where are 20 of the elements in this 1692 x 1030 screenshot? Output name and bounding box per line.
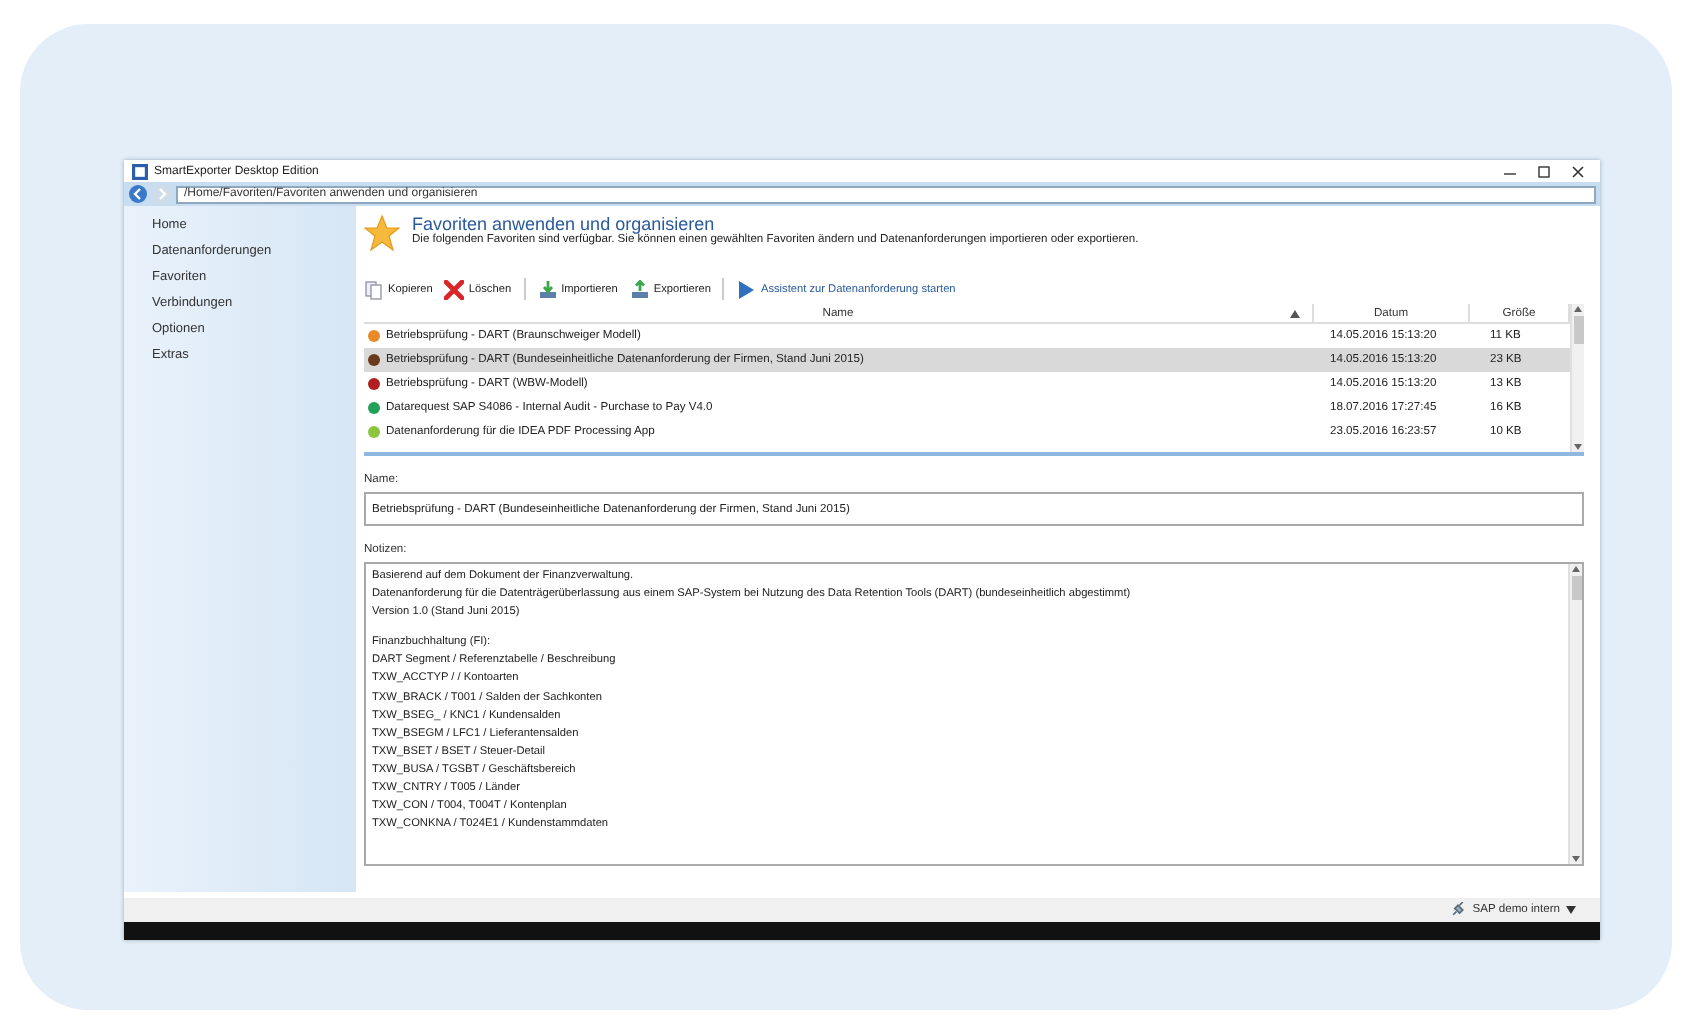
notes-field[interactable] [364,562,1584,866]
copy-icon [364,279,384,299]
sort-icon [1290,309,1300,317]
page-title: Favoriten anwenden und organisieren [412,214,715,234]
scroll-thumb[interactable] [1573,316,1583,344]
scroll-up-icon[interactable] [1572,566,1580,572]
scroll-up-icon[interactable] [1574,306,1582,312]
back-icon[interactable] [128,184,148,204]
star-icon [364,214,400,254]
scrollbar[interactable] [1570,304,1584,452]
scroll-thumb[interactable] [1571,576,1581,600]
caret-icon [1566,906,1576,914]
export-icon [629,279,650,299]
scroll-down-icon[interactable] [1572,856,1580,862]
scroll-down-icon[interactable] [1574,444,1582,450]
scrollbar[interactable] [1568,564,1582,864]
plug-icon [1450,902,1467,918]
play-icon [736,279,757,299]
import-icon [537,279,558,299]
delete-icon [444,279,465,299]
